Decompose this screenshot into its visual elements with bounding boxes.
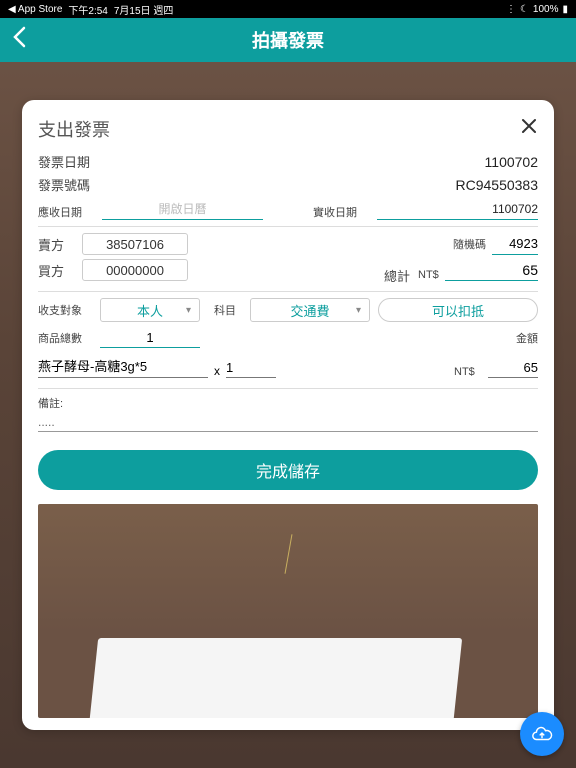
items-count-value[interactable]: 1: [100, 328, 200, 348]
due-date-placeholder: 開啟日曆: [158, 200, 206, 217]
seller-label: 賣方: [38, 235, 76, 254]
due-date-label: 應收日期: [38, 204, 92, 220]
battery-percent: 100%: [533, 4, 559, 15]
buyer-input[interactable]: 00000000: [82, 259, 188, 281]
status-time: 下午2:54: [68, 2, 107, 17]
multiply-label: x: [212, 364, 222, 378]
total-label: 總計: [384, 266, 410, 285]
invoice-number-label: 發票號碼: [38, 175, 90, 194]
notes-label: 備註:: [38, 395, 538, 411]
battery-icon: ▮: [562, 4, 568, 15]
item-amount[interactable]: 65: [488, 360, 538, 378]
page-title: 拍攝發票: [252, 27, 324, 53]
item-currency: NT$: [454, 366, 484, 378]
cloud-upload-icon: [531, 723, 553, 745]
form-title: 支出發票: [38, 116, 110, 142]
category-dropdown[interactable]: 交通費: [250, 298, 370, 322]
seller-input[interactable]: 38507106: [82, 233, 188, 255]
notes-input[interactable]: .....: [38, 411, 538, 432]
status-bar: ◀ App Store 下午2:54 7月15日 週四 ⋮ ☾ 100% ▮: [0, 0, 576, 18]
total-value[interactable]: 65: [445, 259, 538, 281]
random-code-label: 隨機碼: [453, 236, 486, 252]
upload-fab[interactable]: [520, 712, 564, 756]
due-date-input[interactable]: 開啟日曆: [102, 198, 263, 220]
back-button[interactable]: [12, 26, 26, 55]
close-button[interactable]: [520, 117, 538, 141]
line-item-row: 燕子酵母-高糖3g*5 x 1 NT$ 65: [38, 356, 538, 378]
invoice-form-card: 支出發票 發票日期 1100702 發票號碼 RC94550383 應收日期 開…: [22, 100, 554, 730]
category-label: 科目: [208, 302, 242, 318]
receipt-preview: [38, 504, 538, 718]
item-qty[interactable]: 1: [226, 360, 276, 378]
status-date: 7月15日 週四: [114, 2, 173, 17]
party-label: 收支對象: [38, 302, 92, 318]
nav-bar: 拍攝發票: [0, 18, 576, 62]
invoice-date-label: 發票日期: [38, 152, 90, 171]
currency-label: NT$: [418, 269, 439, 281]
back-to-app[interactable]: ◀ App Store: [8, 4, 62, 15]
amount-label: 金額: [516, 330, 538, 346]
receipt-paper: [90, 638, 462, 718]
items-count-label: 商品總數: [38, 330, 92, 346]
invoice-number-value[interactable]: RC94550383: [455, 177, 538, 193]
random-code-value[interactable]: 4923: [492, 233, 538, 255]
wifi-icon: ⋮: [506, 4, 516, 15]
chevron-left-icon: [12, 26, 26, 48]
party-dropdown[interactable]: 本人: [100, 298, 200, 322]
item-name[interactable]: 燕子酵母-高糖3g*5: [38, 356, 208, 378]
receive-date-value[interactable]: 1100702: [377, 198, 538, 220]
save-button[interactable]: 完成儲存: [38, 450, 538, 490]
close-icon: [520, 117, 538, 135]
invoice-date-value[interactable]: 1100702: [485, 154, 538, 170]
deductible-button[interactable]: 可以扣抵: [378, 298, 538, 322]
receive-date-label: 實收日期: [313, 204, 367, 220]
moon-icon: ☾: [520, 4, 529, 15]
buyer-label: 買方: [38, 261, 76, 280]
